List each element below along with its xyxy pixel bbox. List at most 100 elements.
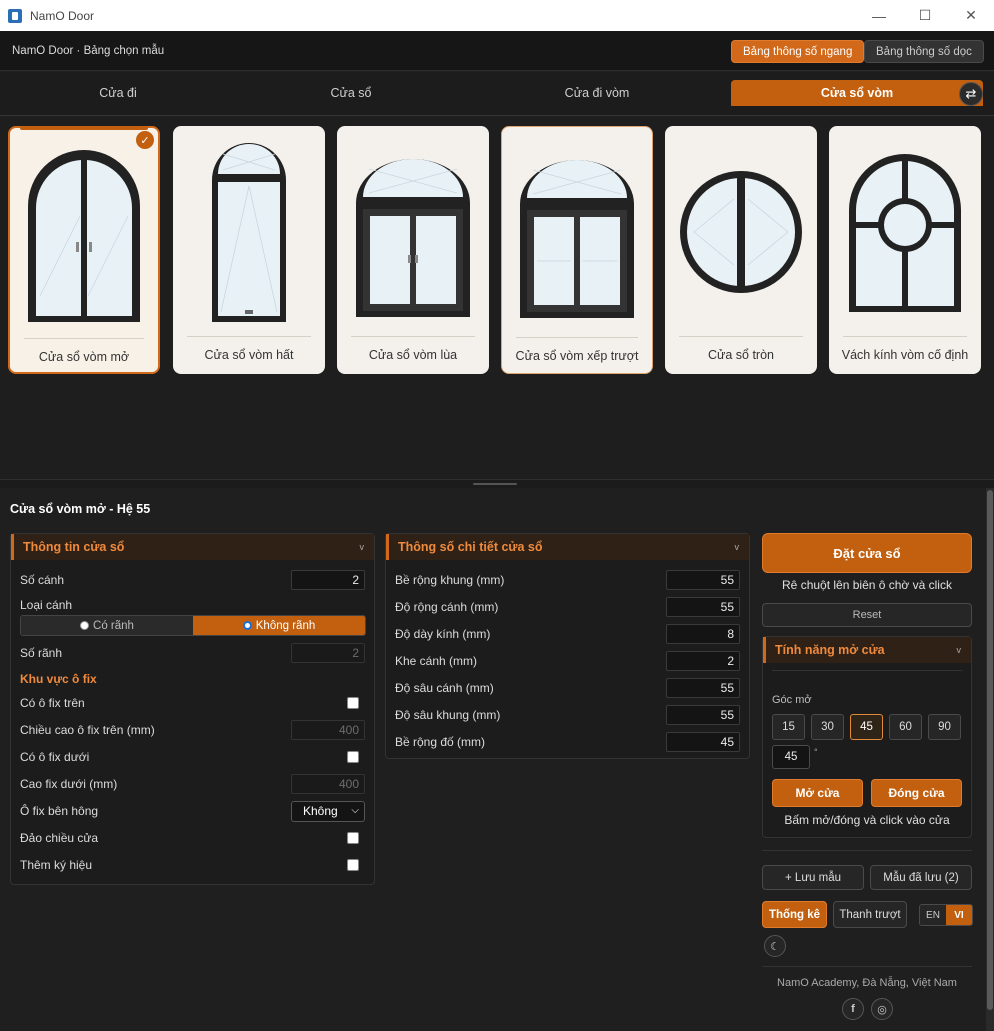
- card-label: Cửa sổ tròn: [707, 347, 775, 362]
- maximize-button[interactable]: ☐: [902, 0, 948, 31]
- open-feature-panel: Tính năng mở cửa v Góc mở 15 30 45 60 90…: [762, 636, 972, 838]
- select-value: Không: [303, 804, 338, 818]
- detail-row: Độ sâu khung (mm) 55: [395, 704, 740, 726]
- tab-cua-di[interactable]: Cửa đi: [0, 80, 236, 106]
- breadcrumb: NamO Door · Bảng chọn mẫu: [12, 44, 165, 57]
- chieu-cao-fix-tren-input[interactable]: 400: [291, 720, 365, 740]
- angle-30-button[interactable]: 30: [811, 714, 844, 740]
- angle-60-button[interactable]: 60: [889, 714, 922, 740]
- so-canh-row: Số cánh 2: [20, 569, 365, 591]
- cao-fix-duoi-input[interactable]: 400: [291, 774, 365, 794]
- detail-row: Độ rộng cánh (mm) 55: [395, 596, 740, 618]
- close-button[interactable]: ✕: [948, 0, 994, 31]
- save-template-button[interactable]: + Lưu mẫu: [762, 865, 864, 890]
- card-divider: [516, 337, 638, 338]
- so-ranh-input[interactable]: 2: [291, 643, 365, 663]
- radio-icon: [242, 621, 252, 630]
- title-bar: NamO Door — ☐ ✕: [0, 0, 994, 31]
- field-label: Cao fix dưới (mm): [20, 777, 118, 791]
- detail-header[interactable]: Thông số chi tiết cửa sổ v: [386, 534, 749, 560]
- degree-symbol: °: [814, 747, 818, 757]
- template-card-arched-awning[interactable]: Cửa sổ vòm hất: [173, 126, 325, 374]
- card-divider: [679, 336, 803, 337]
- scrollbar-thumb[interactable]: [987, 490, 993, 1010]
- window-info-header[interactable]: Thông tin cửa sổ v: [11, 534, 374, 560]
- tab-cua-di-vom[interactable]: Cửa đi vòm: [466, 80, 728, 106]
- panel-title: Thông số chi tiết cửa sổ: [398, 540, 543, 554]
- dao-chieu-checkbox[interactable]: [347, 832, 359, 844]
- angle-label: Góc mở: [772, 694, 812, 706]
- card-label: Cửa sổ vòm mở: [38, 349, 130, 364]
- template-card-fixed-arched[interactable]: Vách kính vòm cố định: [829, 126, 981, 374]
- cao-fix-duoi-row: Cao fix dưới (mm) 400: [20, 773, 365, 795]
- co-fix-tren-checkbox[interactable]: [347, 697, 359, 709]
- card-label: Vách kính vòm cố định: [841, 347, 969, 362]
- co-fix-duoi-checkbox[interactable]: [347, 751, 359, 763]
- do-rong-canh-input[interactable]: 55: [666, 597, 740, 617]
- card-divider: [843, 336, 967, 337]
- template-card-arched-folding[interactable]: Cửa sổ vòm xếp trượt: [501, 126, 653, 374]
- template-card-round[interactable]: Cửa sổ tròn: [665, 126, 817, 374]
- saved-templates-button[interactable]: Mẫu đã lưu (2): [870, 865, 972, 890]
- card-label: Cửa sổ vòm hất: [204, 347, 294, 362]
- panel-title: Thông tin cửa sổ: [23, 540, 125, 554]
- divider: [772, 670, 962, 671]
- them-ky-hieu-checkbox[interactable]: [347, 859, 359, 871]
- be-rong-do-input[interactable]: 45: [666, 732, 740, 752]
- so-canh-input[interactable]: 2: [291, 570, 365, 590]
- field-label: Thêm ký hiệu: [20, 858, 93, 872]
- swap-icon[interactable]: ⇄: [959, 82, 983, 106]
- minimize-button[interactable]: —: [856, 0, 902, 31]
- field-label: Ô fix bên hông: [20, 804, 99, 818]
- close-door-button[interactable]: Đóng cửa: [871, 779, 962, 807]
- angle-presets: 15 30 45 60 90: [772, 714, 962, 740]
- do-day-kinh-input[interactable]: 8: [666, 624, 740, 644]
- option-khong-ranh[interactable]: Không rãnh: [193, 616, 365, 635]
- splitter-grip[interactable]: [473, 483, 517, 485]
- open-door-button[interactable]: Mở cửa: [772, 779, 863, 807]
- vertical-scrollbar[interactable]: [986, 488, 994, 1031]
- chevron-down-icon[interactable]: v: [360, 542, 365, 552]
- option-co-ranh[interactable]: Có rãnh: [21, 616, 193, 635]
- theme-toggle-icon[interactable]: ☾: [764, 935, 786, 957]
- do-sau-canh-input[interactable]: 55: [666, 678, 740, 698]
- divider: [762, 850, 972, 851]
- language-toggle: EN VI: [919, 904, 973, 926]
- place-window-button[interactable]: Đặt cửa sổ: [762, 533, 972, 573]
- arched-awning-window-icon: [173, 134, 325, 330]
- slider-button[interactable]: Thanh trượt: [833, 901, 907, 928]
- angle-input[interactable]: 45: [772, 745, 810, 769]
- lang-vi-button[interactable]: VI: [946, 905, 972, 925]
- angle-90-button[interactable]: 90: [928, 714, 961, 740]
- field-label: Độ sâu cánh (mm): [395, 681, 494, 695]
- lang-en-button[interactable]: EN: [920, 905, 946, 925]
- globe-icon[interactable]: ◎: [871, 998, 893, 1020]
- chieu-cao-fix-tren-row: Chiều cao ô fix trên (mm) 400: [20, 719, 365, 741]
- chevron-down-icon[interactable]: v: [957, 645, 962, 655]
- chevron-down-icon[interactable]: v: [735, 542, 740, 552]
- loai-canh-toggle: Có rãnh Không rãnh: [20, 615, 366, 636]
- tab-cua-so[interactable]: Cửa sổ: [236, 80, 466, 106]
- reset-button[interactable]: Reset: [762, 603, 972, 627]
- khe-canh-input[interactable]: 2: [666, 651, 740, 671]
- field-label: Khe cánh (mm): [395, 654, 478, 668]
- co-fix-tren-row: Có ô fix trên: [20, 692, 365, 714]
- stats-button[interactable]: Thống kê: [762, 901, 827, 928]
- angle-15-button[interactable]: 15: [772, 714, 805, 740]
- field-label: Độ rộng cánh (mm): [395, 600, 499, 614]
- tab-cua-so-vom[interactable]: Cửa sổ vòm: [731, 80, 983, 106]
- fix-ben-hong-select[interactable]: Không ⌵: [291, 800, 365, 822]
- field-label: Có ô fix trên: [20, 696, 85, 710]
- template-card-arched-sliding[interactable]: Cửa sổ vòm lùa: [337, 126, 489, 374]
- facebook-icon[interactable]: f: [842, 998, 864, 1020]
- angle-45-button[interactable]: 45: [850, 714, 883, 740]
- settings-area: Cửa sổ vòm mở - Hệ 55 Thông tin cửa sổ v…: [0, 488, 994, 1031]
- template-card-arched-casement[interactable]: ✓ Cửa sổ vòm mở: [8, 126, 160, 374]
- panel-splitter[interactable]: [0, 479, 994, 488]
- do-sau-khung-input[interactable]: 55: [666, 705, 740, 725]
- be-rong-khung-input[interactable]: 55: [666, 570, 740, 590]
- field-label: Bề rộng khung (mm): [395, 573, 505, 587]
- open-feature-header[interactable]: Tính năng mở cửa v: [763, 637, 971, 663]
- spec-horizontal-button[interactable]: Bảng thông số ngang: [731, 40, 865, 63]
- spec-vertical-button[interactable]: Bảng thông số dọc: [864, 40, 984, 63]
